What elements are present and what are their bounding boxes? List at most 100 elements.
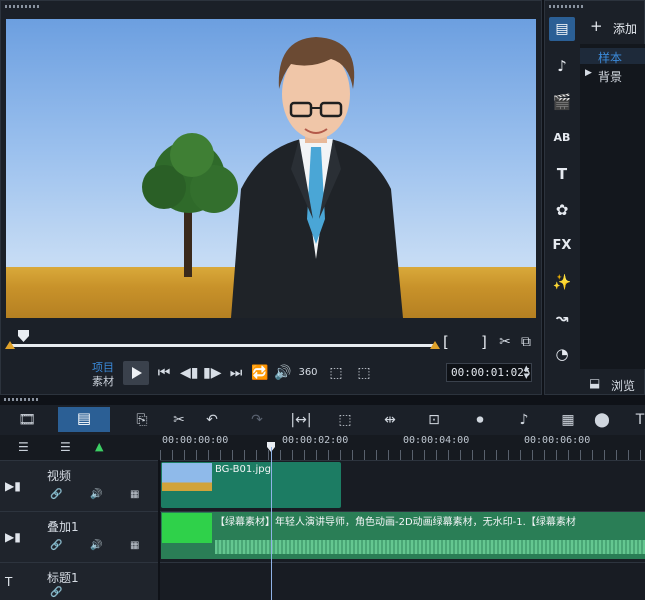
- ruler-tick: 00:00:00:00: [162, 435, 229, 446]
- timecode-field[interactable]: 00:00:01:025 ▲ ▼: [446, 363, 532, 382]
- trim-out-marker[interactable]: [430, 341, 440, 349]
- track-controls-header: ☰ ☰ ▲: [0, 435, 160, 460]
- ruler-ticks: [160, 450, 645, 460]
- move-icon[interactable]: ⇹: [379, 410, 401, 430]
- copy-icon[interactable]: ⧉: [518, 333, 534, 351]
- preview-character: [231, 37, 403, 318]
- mute-icon[interactable]: 🔊: [90, 489, 102, 500]
- add-label: 添加: [613, 22, 638, 36]
- repeat-icon[interactable]: 🔁: [251, 364, 268, 382]
- timeline-grip[interactable]: [4, 398, 40, 401]
- aspect-ratio-icon[interactable]: ⬚: [327, 364, 345, 382]
- video-track-icon: ▶▮: [5, 479, 21, 493]
- path-icon[interactable]: ↝: [549, 306, 575, 330]
- preview-window: [6, 19, 536, 318]
- tools-icon[interactable]: ✂: [168, 410, 190, 430]
- tree-item-background[interactable]: ▶ 背景: [580, 67, 645, 84]
- filter-fx-icon[interactable]: FX: [549, 234, 575, 258]
- undo-icon[interactable]: ↶: [201, 410, 223, 430]
- track-visibility-icon[interactable]: ▦: [130, 540, 139, 551]
- fit-timeline-icon[interactable]: |↔|: [290, 410, 312, 430]
- redo-icon[interactable]: ↷: [246, 410, 268, 430]
- play-icon: [132, 367, 142, 379]
- panel-grip[interactable]: [549, 5, 585, 8]
- tree-item-sample[interactable]: 样本: [580, 48, 645, 65]
- add-marker-icon[interactable]: ▲: [95, 440, 103, 453]
- video-clip[interactable]: BG-B01.jpg: [161, 462, 341, 508]
- clip-name: BG-B01.jpg: [215, 464, 271, 475]
- link-icon[interactable]: 🔗: [50, 489, 62, 500]
- browse-button[interactable]: ⬓ 浏览: [589, 376, 645, 394]
- browse-icon: ⬓: [589, 376, 601, 390]
- timeline-view-button[interactable]: ▤: [58, 407, 110, 432]
- subtitle-icon[interactable]: ⬚: [334, 410, 356, 430]
- library-tree: 样本 ▶ 背景: [580, 44, 645, 369]
- track-name: 视频: [47, 469, 72, 483]
- go-to-start-icon[interactable]: ⏮: [156, 364, 172, 382]
- title-icon[interactable]: T: [549, 162, 575, 186]
- volume-icon[interactable]: 🔊: [274, 364, 291, 382]
- go-to-end-icon[interactable]: ⏭: [228, 364, 244, 382]
- media-library-tab[interactable]: ▤: [549, 17, 575, 41]
- graphics-icon[interactable]: ✿: [549, 198, 575, 222]
- trim-in-marker[interactable]: [5, 341, 15, 349]
- mark-in-button[interactable]: [: [443, 333, 449, 351]
- split-clip-icon[interactable]: ✂: [497, 333, 513, 351]
- transition-icon[interactable]: AB: [549, 126, 575, 150]
- mode-clip[interactable]: 素材: [92, 373, 114, 389]
- timecode-value: 00:00:01:025: [451, 366, 531, 379]
- ruler-tick: 00:00:04:00: [403, 435, 470, 446]
- audio-icon[interactable]: ♪: [549, 54, 575, 78]
- mute-icon[interactable]: 🔊: [90, 540, 102, 551]
- next-frame-icon[interactable]: ▮▶: [203, 364, 221, 382]
- browse-label: 浏览: [611, 379, 636, 393]
- overlay-track-icon: ▶▮: [5, 530, 21, 544]
- clip-thumbnail: [162, 513, 212, 543]
- ruler-playhead[interactable]: [267, 437, 275, 452]
- track-header-overlay: ▶▮ 叠加1 🔗 🔊 ▦: [0, 511, 158, 562]
- clip-thumbnail: [162, 463, 212, 491]
- add-icon: +: [590, 17, 603, 35]
- overlay-clip[interactable]: 【绿幕素材】年轻人演讲导师，角色动画-2D动画绿幕素材，无水印-1.【绿幕素材: [161, 512, 645, 559]
- resize-icon[interactable]: ⊡: [423, 410, 445, 430]
- 360-view-icon[interactable]: 360: [297, 364, 319, 382]
- magic-wand-icon[interactable]: ✨: [549, 270, 575, 294]
- timeline-view-icon: ▤: [76, 409, 92, 427]
- crop-icon[interactable]: ⬚: [355, 364, 373, 382]
- add-button[interactable]: + 添加: [585, 17, 645, 39]
- track-manager-icon[interactable]: ☰: [18, 440, 29, 454]
- storyboard-view-icon[interactable]: 🎞: [16, 410, 38, 430]
- play-button[interactable]: [123, 361, 149, 385]
- ruler-tick: 00:00:06:00: [524, 435, 591, 446]
- track-name: 标题1: [47, 571, 79, 585]
- link-icon[interactable]: 🔗: [50, 587, 62, 598]
- audio-mixer-icon[interactable]: ♪: [513, 410, 535, 430]
- panel-grip[interactable]: [5, 5, 41, 8]
- timecode-stepper-icon[interactable]: ▲ ▼: [524, 364, 529, 380]
- tree-item-label: 背景: [598, 70, 623, 84]
- title-track-icon: T: [5, 575, 13, 589]
- previous-frame-icon[interactable]: ◀▮: [180, 364, 198, 382]
- playhead-handle[interactable]: [18, 327, 29, 342]
- track-visibility-icon[interactable]: ▦: [130, 489, 139, 500]
- timeline-playhead-line[interactable]: [271, 447, 272, 600]
- expand-arrow-icon[interactable]: ▶: [585, 68, 592, 78]
- link-icon[interactable]: 🔗: [50, 540, 62, 551]
- mark-out-button[interactable]: ]: [481, 333, 487, 351]
- multicam-icon[interactable]: ▦: [557, 410, 579, 430]
- instant-project-icon[interactable]: 🎬: [549, 90, 575, 114]
- title-tool-icon[interactable]: T: [629, 410, 645, 430]
- speed-icon[interactable]: ◔: [549, 342, 575, 366]
- ruler-tick: 00:00:02:00: [282, 435, 349, 446]
- add-track-icon[interactable]: ☰: [60, 440, 71, 454]
- timeline-ruler[interactable]: 00:00:00:00 00:00:02:00 00:00:04:00 00:0…: [160, 435, 645, 461]
- mask-icon[interactable]: ⬤: [591, 410, 613, 430]
- scrubber-bar[interactable]: [9, 344, 437, 347]
- track-name: 叠加1: [47, 520, 79, 534]
- tree-item-label: 样本: [598, 51, 623, 65]
- media-icon: ▤: [555, 21, 569, 37]
- track-header-video: ▶▮ 视频 🔗 🔊 ▦: [0, 460, 158, 511]
- record-icon[interactable]: ⏺: [469, 410, 491, 430]
- paste-icon[interactable]: ⎘: [131, 410, 153, 430]
- track-area-title: [160, 562, 645, 600]
